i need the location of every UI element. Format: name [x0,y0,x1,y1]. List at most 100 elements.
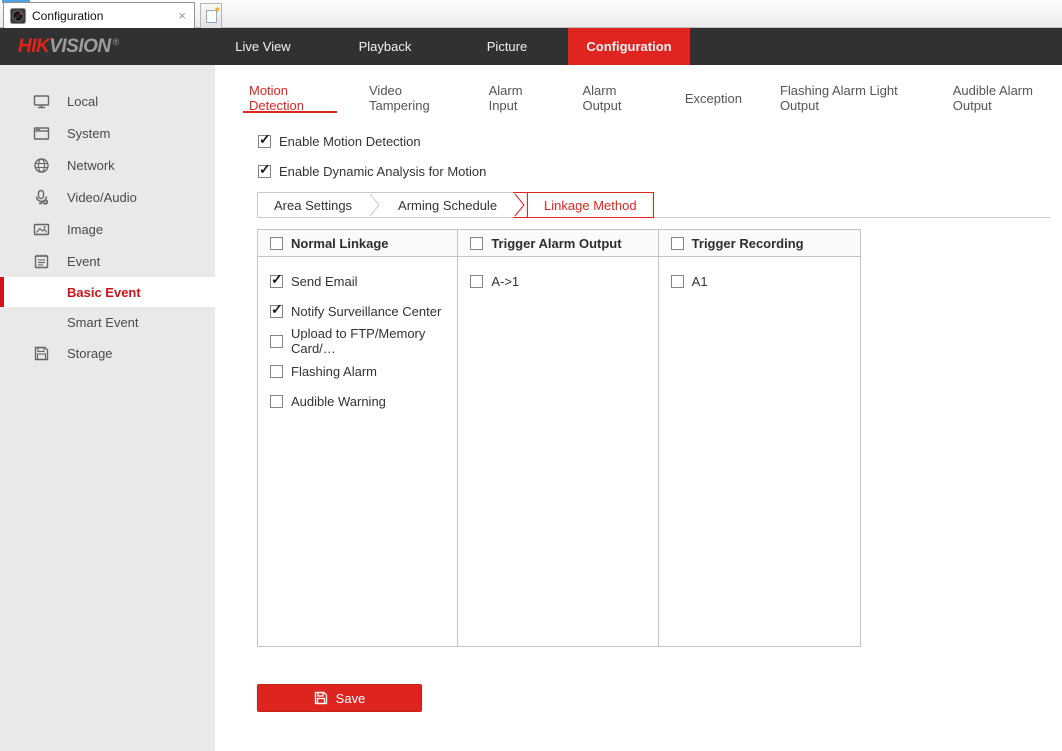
subtabs: Area Settings Arming Schedule Linkage Me… [257,192,654,218]
option-label: Upload to FTP/Memory Card/… [291,326,426,356]
chevron-separator-icon [368,192,383,218]
tab-flashing-alarm-light-output[interactable]: Flashing Alarm Light Output [774,83,921,113]
option-label: Send Email [291,273,358,289]
browser-tab-title: Configuration [32,8,104,23]
tab-alarm-input[interactable]: Alarm Input [483,83,551,113]
sidebar-item-label: Smart Event [67,314,139,330]
audible-warning-checkbox[interactable]: ✓ [270,394,283,408]
main-area: Local System Network Video/Audio Image E… [0,65,1062,751]
sidebar-item-system[interactable]: System [0,117,215,149]
globe-icon [33,157,50,174]
trigger-recording-body: ✓ A1 [659,257,860,646]
sidebar-item-video-audio[interactable]: Video/Audio [0,181,215,213]
linkage-option-row: ✓ Flashing Alarm [258,356,457,386]
sidebar-item-image[interactable]: Image [0,213,215,245]
trigger-alarm-output-column: ✓ Trigger Alarm Output ✓ A->1 [458,230,659,646]
image-icon [33,221,50,238]
app-header: HIK VISION ® Live View Playback Picture Co… [0,28,1062,65]
tab-close-icon[interactable]: × [176,8,188,23]
new-tab-button[interactable]: ✶ [200,3,222,28]
nav-live-view[interactable]: Live View [202,28,324,65]
normal-linkage-header: ✓ Normal Linkage [258,230,458,257]
subtab-area-settings[interactable]: Area Settings [257,192,369,218]
enable-motion-detection-row: ✓ Enable Motion Detection [258,132,421,149]
save-floppy-icon [314,691,327,705]
linkage-option-row: ✓ Audible Warning [258,386,457,416]
notify-surveillance-center-checkbox[interactable]: ✓ [270,300,283,318]
sidebar-item-storage[interactable]: Storage [0,337,215,369]
option-label: A->1 [491,273,520,289]
sidebar-item-local[interactable]: Local [0,85,215,117]
check-icon: ✓ [271,270,283,287]
logo-registered-mark: ® [112,37,120,47]
trigger-alarm-output-body: ✓ A->1 [458,257,657,646]
main-nav: Live View Playback Picture Configuration [202,28,690,65]
camera-favicon-icon [10,7,26,24]
sidebar-item-label: Basic Event [67,284,141,300]
notepad-icon [33,253,50,270]
option-label: Audible Warning [291,393,386,409]
sidebar-item-label: System [67,125,111,141]
normal-linkage-body: ✓ Send Email ✓ Notify Surveillance Cente… [258,257,457,646]
sidebar-item-smart-event[interactable]: Smart Event [0,307,215,337]
upload-ftp-checkbox[interactable]: ✓ [270,334,283,348]
sidebar-item-label: Event [67,253,101,269]
logo-text-red: HIK [18,35,50,57]
recording-a1-checkbox[interactable]: ✓ [670,274,684,288]
linkage-option-row: ✓ A1 [659,266,860,296]
sidebar-item-event[interactable]: Event [0,245,215,277]
microphone-icon [33,189,50,206]
trigger-recording-column: ✓ Trigger Recording ✓ A1 [658,230,860,646]
save-button-label: Save [335,690,366,706]
monitor-icon [33,93,50,110]
enable-dynamic-analysis-checkbox[interactable]: ✓ [258,161,271,178]
sidebar-item-label: Network [67,157,115,173]
enable-motion-detection-checkbox[interactable]: ✓ [258,132,271,148]
option-label: A1 [691,273,708,289]
column-header-label: Trigger Alarm Output [491,235,622,251]
browser-tab-bar: Configuration × ✶ [0,0,1062,28]
check-icon: ✓ [271,300,283,317]
flashing-alarm-checkbox[interactable]: ✓ [270,364,283,378]
sidebar-item-label: Storage [67,345,113,361]
window-icon [33,125,50,142]
trigger-alarm-output-header: ✓ Trigger Alarm Output [458,230,658,257]
column-header-label: Normal Linkage [291,235,389,251]
tab-video-tampering[interactable]: Video Tampering [363,83,457,113]
logo-text-gray: VISION [49,35,111,57]
option-label: Notify Surveillance Center [291,303,442,319]
column-header-label: Trigger Recording [691,235,804,251]
sidebar-item-basic-event[interactable]: Basic Event [0,277,215,307]
subtab-arming-schedule[interactable]: Arming Schedule [382,192,514,218]
save-button[interactable]: Save [257,684,422,712]
send-email-checkbox[interactable]: ✓ [270,270,283,288]
sidebar-item-network[interactable]: Network [0,149,215,181]
alarm-output-a1-checkbox[interactable]: ✓ [470,274,484,288]
trigger-recording-header: ✓ Trigger Recording [658,230,860,257]
trigger-alarm-output-checkbox[interactable]: ✓ [470,236,484,250]
trigger-recording-checkbox[interactable]: ✓ [670,236,684,250]
tab-audible-alarm-output[interactable]: Audible Alarm Output [947,83,1062,113]
nav-configuration[interactable]: Configuration [568,28,690,65]
enable-motion-detection-label: Enable Motion Detection [279,134,421,149]
sidebar-item-label: Video/Audio [67,189,137,205]
sidebar-item-label: Image [67,221,104,237]
tab-exception[interactable]: Exception [679,85,748,113]
linkage-option-row: ✓ Notify Surveillance Center [258,296,457,326]
normal-linkage-checkbox[interactable]: ✓ [270,236,283,250]
new-tab-page-icon: ✶ [205,5,222,23]
nav-playback[interactable]: Playback [324,28,446,65]
enable-dynamic-analysis-row: ✓ Enable Dynamic Analysis for Motion [258,161,486,179]
hikvision-logo: HIK VISION ® [18,28,119,65]
check-icon: ✓ [259,161,271,177]
tab-motion-detection[interactable]: Motion Detection [243,83,337,113]
nav-picture[interactable]: Picture [446,28,568,65]
normal-linkage-column: ✓ Normal Linkage ✓ Send Email ✓ Notify S… [258,230,459,646]
linkage-option-row: ✓ A->1 [458,266,657,296]
event-tabs: Motion Detection Video Tampering Alarm I… [243,83,1062,113]
chevron-separator-red-icon [513,192,528,218]
browser-tab[interactable]: Configuration × [3,2,195,28]
linkage-option-row: ✓ Send Email [258,266,457,296]
subtab-linkage-method[interactable]: Linkage Method [527,192,654,218]
tab-alarm-output[interactable]: Alarm Output [576,83,652,113]
